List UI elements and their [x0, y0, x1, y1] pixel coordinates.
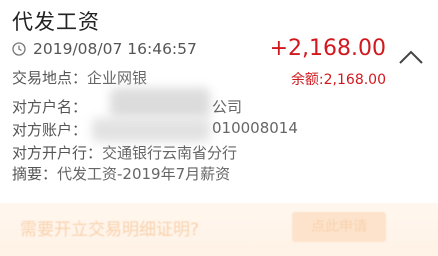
- chevron-up-icon[interactable]: [398, 48, 424, 66]
- transaction-time: 2019/08/07 16:46:57: [12, 40, 197, 58]
- redacted-payer-account: [92, 118, 210, 142]
- bank-value: 交通银行云南省分行: [102, 144, 238, 162]
- detail-location: 交易地点：企业网银: [12, 67, 147, 88]
- transaction-amount: +2,168.00: [269, 36, 386, 61]
- detail-memo: 摘要：代发工资-2019年7月薪资: [12, 163, 230, 184]
- memo-label: 摘要：: [12, 165, 58, 183]
- payer-account-visible: 010008014: [212, 119, 298, 137]
- apply-button[interactable]: 点此申请: [292, 212, 386, 242]
- memo-value: 代发工资-2019年7月薪资: [57, 165, 231, 183]
- datetime-text: 2019/08/07 16:46:57: [33, 40, 197, 58]
- detail-bank: 对方开户行：交通银行云南省分行: [12, 142, 237, 163]
- bank-label: 对方开户行：: [12, 144, 103, 162]
- redacted-payer-name: [110, 88, 210, 118]
- location-value: 企业网银: [87, 69, 148, 87]
- banner-text: 需要开立交易明细证明?: [20, 220, 200, 240]
- clock-icon: [12, 42, 26, 56]
- page-title: 代发工资: [12, 10, 100, 34]
- detail-payer-name: 对方户名：: [12, 96, 87, 117]
- payer-name-visible: 公司: [212, 98, 243, 116]
- detail-payer-account: 对方账户：: [12, 119, 87, 140]
- location-label: 交易地点：: [12, 69, 88, 87]
- payer-name-label: 对方户名：: [12, 98, 88, 116]
- balance-text: 余额:2,168.00: [290, 72, 386, 88]
- payer-account-label: 对方账户：: [12, 121, 88, 139]
- statement-banner: 需要开立交易明细证明? 点此申请: [0, 203, 438, 256]
